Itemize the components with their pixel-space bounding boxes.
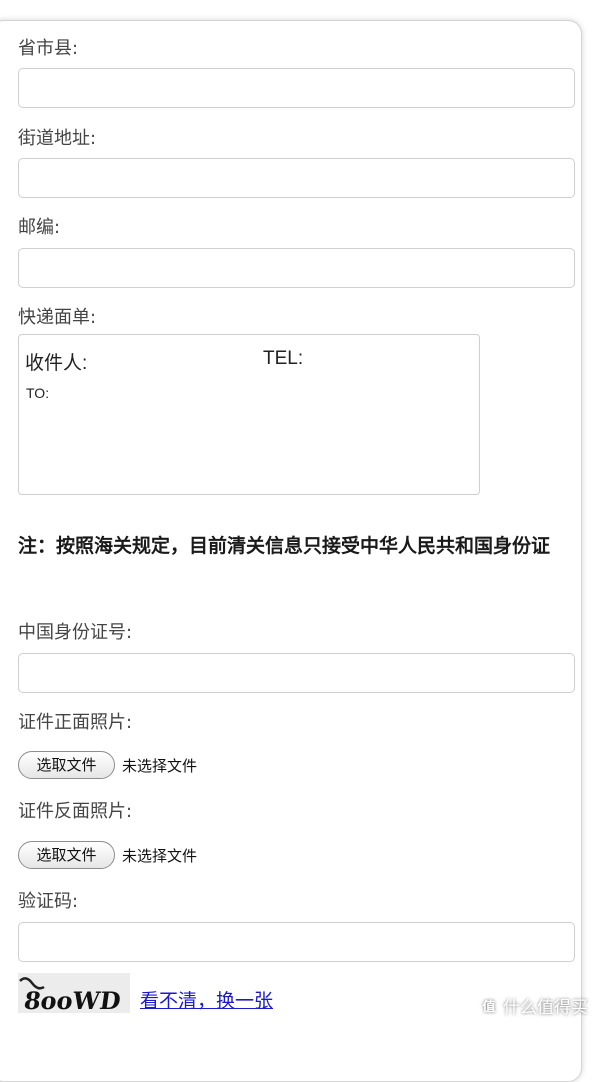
- watermark: 值什么值得买: [478, 993, 588, 1019]
- customs-notice: 注：按照海关规定，目前清关信息只接受中华人民共和国身份证: [18, 535, 551, 557]
- watermark-text: 什么值得买: [503, 998, 588, 1018]
- id-front-label: 证件正面照片:: [18, 712, 133, 733]
- captcha-field[interactable]: [18, 922, 575, 962]
- id-front-file-status: 未选择文件: [122, 757, 198, 775]
- captcha-image[interactable]: 8ooWD: [18, 973, 130, 1013]
- id-back-label: 证件反面照片:: [18, 801, 133, 822]
- province-input[interactable]: [19, 69, 574, 107]
- zip-input[interactable]: [19, 249, 574, 287]
- captcha-refresh-link[interactable]: 看不清，换一张: [140, 986, 273, 1013]
- id-front-choose-file-button[interactable]: 选取文件: [18, 751, 115, 779]
- street-field[interactable]: [18, 158, 575, 198]
- street-label: 街道地址:: [18, 128, 97, 149]
- captcha-input[interactable]: [19, 923, 574, 961]
- zip-label: 邮编:: [18, 217, 61, 238]
- zip-field[interactable]: [18, 248, 575, 288]
- id-number-label: 中国身份证号:: [18, 622, 133, 643]
- captcha-graphic: 8ooWD: [18, 973, 130, 1013]
- street-input[interactable]: [19, 159, 574, 197]
- id-number-field[interactable]: [18, 653, 575, 693]
- province-field[interactable]: [18, 68, 575, 108]
- watermark-logo-icon: 值: [478, 997, 500, 1019]
- waybill-tel-label: TEL:: [263, 348, 304, 369]
- waybill-to-label: TO:: [26, 385, 50, 401]
- id-back-choose-file-button[interactable]: 选取文件: [18, 841, 115, 869]
- id-back-file-status: 未选择文件: [122, 847, 198, 865]
- waybill-recipient-label: 收件人:: [25, 353, 88, 374]
- waybill-label: 快递面单:: [18, 307, 97, 328]
- id-number-input[interactable]: [19, 654, 574, 692]
- waybill-preview: 收件人: TEL: TO:: [18, 334, 480, 495]
- captcha-label: 验证码:: [18, 891, 79, 912]
- captcha-text: 8ooWD: [22, 986, 123, 1013]
- province-label: 省市县:: [18, 38, 79, 59]
